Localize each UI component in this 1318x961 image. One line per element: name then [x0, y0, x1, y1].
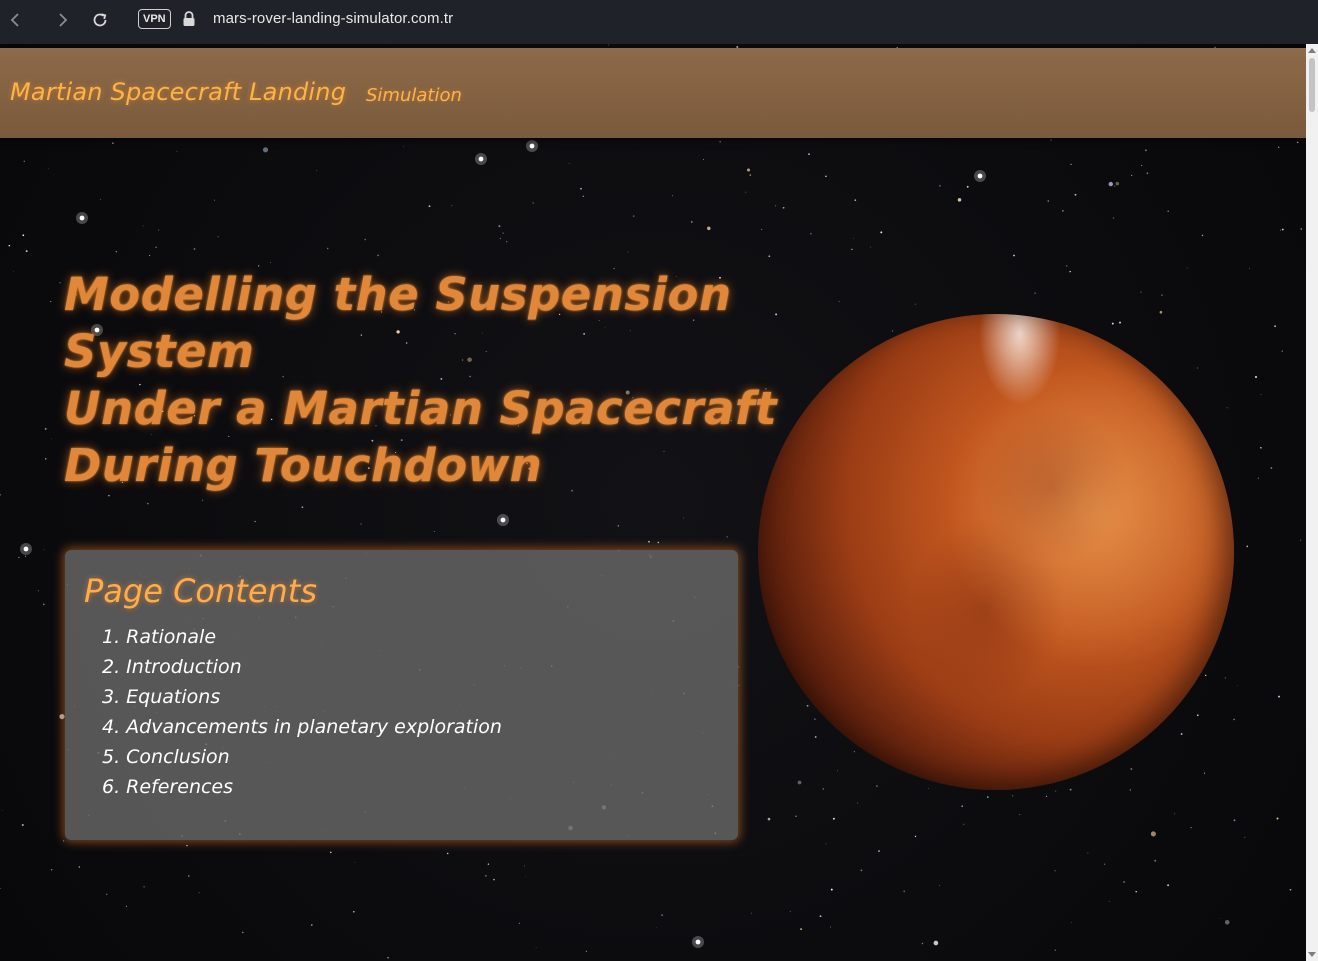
- mars-planet-image: [758, 314, 1234, 790]
- scrollbar-thumb[interactable]: [1309, 58, 1315, 112]
- contents-link-rationale[interactable]: 1. Rationale: [102, 622, 502, 652]
- hero-title: Modelling the Suspension System Under a …: [64, 266, 778, 494]
- browser-toolbar: VPN mars-rover-landing-simulator.com.tr: [0, 0, 1318, 44]
- contents-link-equations[interactable]: 3. Equations: [102, 682, 502, 712]
- vertical-scrollbar[interactable]: [1306, 44, 1318, 961]
- page-contents-panel: Page Contents 1. Rationale 2. Introducti…: [65, 550, 738, 840]
- address-bar-url[interactable]: mars-rover-landing-simulator.com.tr: [213, 10, 453, 27]
- page-viewport: Martian Spacecraft Landing Simulation Mo…: [0, 44, 1306, 961]
- reload-icon[interactable]: [86, 8, 114, 32]
- hero-title-line: During Touchdown: [64, 439, 543, 492]
- hero-title-line: System: [64, 325, 255, 378]
- contents-link-references[interactable]: 6. References: [102, 772, 502, 802]
- nav-link-simulation[interactable]: Simulation: [366, 85, 462, 106]
- lock-icon[interactable]: [182, 10, 196, 28]
- vpn-badge[interactable]: VPN: [138, 9, 171, 29]
- page-contents-heading: Page Contents: [84, 572, 318, 610]
- site-title-link[interactable]: Martian Spacecraft Landing: [10, 78, 346, 106]
- scroll-up-arrow-icon[interactable]: [1308, 48, 1316, 53]
- contents-link-introduction[interactable]: 2. Introduction: [102, 652, 502, 682]
- contents-link-advancements[interactable]: 4. Advancements in planetary exploration: [102, 712, 502, 742]
- site-header: Martian Spacecraft Landing Simulation: [0, 48, 1306, 138]
- hero-title-line: Modelling the Suspension: [64, 268, 732, 321]
- scroll-down-arrow-icon[interactable]: [1308, 952, 1316, 957]
- back-arrow-icon[interactable]: [2, 8, 30, 32]
- contents-link-conclusion[interactable]: 5. Conclusion: [102, 742, 502, 772]
- hero-title-line: Under a Martian Spacecraft: [64, 382, 778, 435]
- forward-arrow-icon[interactable]: [48, 8, 76, 32]
- page-contents-list: 1. Rationale 2. Introduction 3. Equation…: [102, 622, 502, 802]
